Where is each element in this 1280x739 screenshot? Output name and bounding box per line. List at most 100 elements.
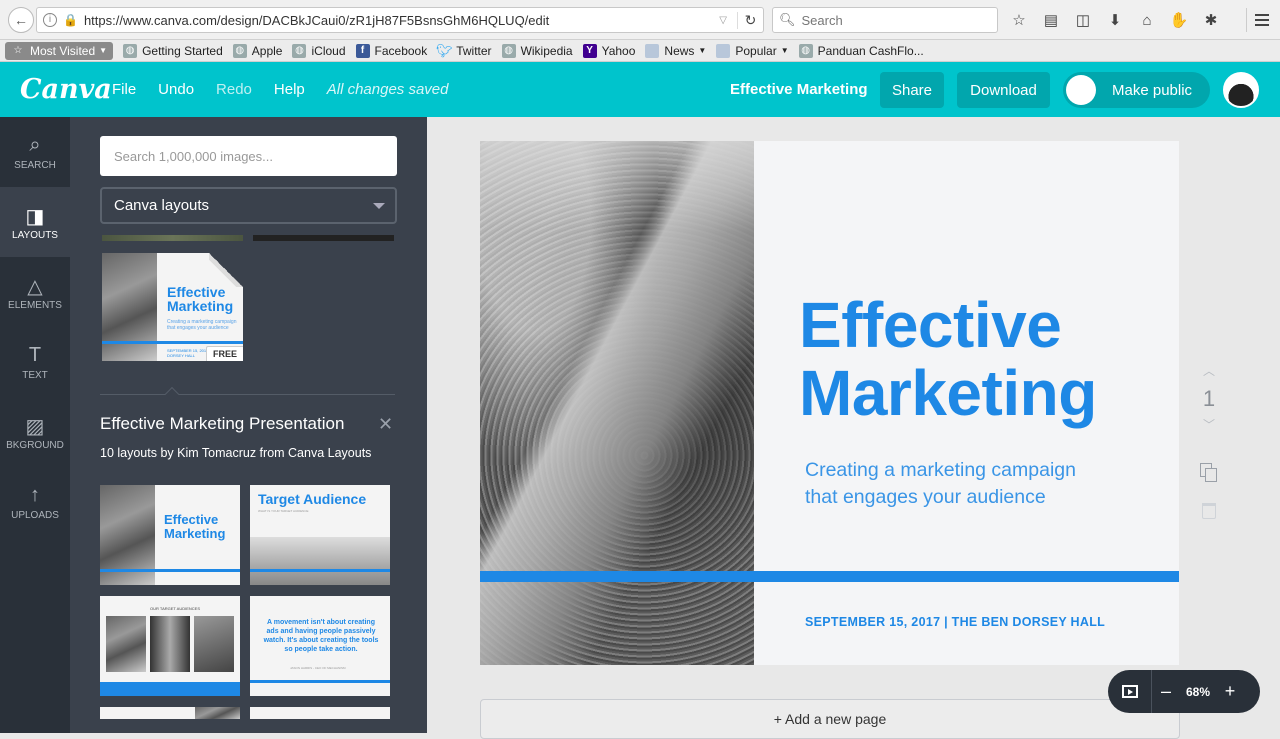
zoom-in-button[interactable]: + [1216, 681, 1244, 702]
slide-photo[interactable] [480, 141, 754, 665]
layout-item[interactable]: Target Audience WHAT IS YOUR TARGET AUDI… [250, 485, 390, 585]
undo-button[interactable]: Undo [158, 81, 194, 98]
bookmark-label: Apple [251, 43, 283, 58]
avatar[interactable] [1223, 72, 1259, 108]
rail-elements-label: ELEMENTS [8, 299, 62, 311]
layout-thumb-partial[interactable] [102, 235, 243, 241]
bookmark-twitter[interactable]: 🐦︎ Twitter [436, 43, 492, 58]
browser-search-input[interactable]: 🔍︎ Search [772, 7, 998, 33]
bookmark-icloud[interactable]: ◍ iCloud [292, 43, 346, 58]
bookmark-most-visited[interactable]: ☆ Most Visited ▼ [5, 41, 114, 60]
layout-thumb-selected[interactable]: Effective Marketing Creating a marketing … [102, 253, 243, 361]
layout-item[interactable] [100, 707, 240, 719]
rail-text[interactable]: T TEXT [0, 327, 70, 397]
layout-set-subtitle: 10 layouts by Kim Tomacruz from Canva La… [100, 446, 372, 460]
chevron-up-icon[interactable]: ︿ [1203, 362, 1215, 382]
rail-uploads[interactable]: ↑ UPLOADS [0, 467, 70, 537]
document-title[interactable]: Effective Marketing [730, 81, 868, 98]
home-icon[interactable]: ⌂ [1134, 8, 1160, 32]
rail-layouts[interactable]: ◨ LAYOUTS [0, 187, 70, 257]
help-menu[interactable]: Help [274, 81, 305, 98]
bookmark-yahoo[interactable]: Y Yahoo [582, 43, 635, 58]
page-number: 1 [1202, 386, 1216, 411]
layout-item[interactable]: OUR TARGET AUDIENCES [100, 596, 240, 696]
bookmark-apple[interactable]: ◍ Apple [232, 43, 283, 58]
bookmark-getting-started[interactable]: ◍ Getting Started [123, 43, 223, 58]
present-icon [1121, 685, 1138, 698]
design-workspace: Effective Marketing Creating a marketing… [427, 117, 1280, 739]
slide-title[interactable]: Effective Marketing [799, 291, 1097, 427]
rail-elements[interactable]: △ ELEMENTS [0, 257, 70, 327]
slide-title-line: Marketing [799, 357, 1097, 429]
rail-background[interactable]: ▨ BKGROUND [0, 397, 70, 467]
url-bar[interactable]: i 🔒 https://www.canva.com/design/DACBkJC… [36, 7, 764, 33]
bookmark-wikipedia[interactable]: ◍ Wikipedia [501, 43, 573, 58]
slide-accent-bar[interactable] [480, 571, 1179, 582]
add-page-button[interactable]: + Add a new page [480, 699, 1180, 739]
lock-icon: 🔒 [63, 13, 78, 27]
layout-item[interactable] [250, 707, 390, 719]
globe-icon: ◍ [292, 43, 307, 58]
globe-icon: ◍ [123, 43, 138, 58]
present-button[interactable] [1108, 670, 1152, 713]
rail-background-label: BKGROUND [6, 439, 64, 451]
slide-footer[interactable]: SEPTEMBER 15, 2017 | THE BEN DORSEY HALL [805, 615, 1105, 629]
toolbar-icons: ☆ ▤ ◫ ⬇ ⌂ ✋ ✱ [1006, 8, 1224, 32]
image-search-input[interactable]: Search 1,000,000 images... [100, 136, 397, 176]
globe-icon: ◍ [501, 43, 516, 58]
redo-button[interactable]: Redo [216, 81, 252, 98]
bookmark-popular[interactable]: Popular ▼ [716, 43, 789, 58]
duplicate-icon[interactable] [1200, 463, 1218, 483]
thumb-photo [195, 707, 240, 719]
canva-logo[interactable]: Canva [20, 74, 112, 105]
chevron-down-icon[interactable]: ﹀ [1203, 416, 1215, 436]
slide-subtitle[interactable]: Creating a marketing campaign that engag… [805, 457, 1145, 511]
rail-text-label: TEXT [22, 369, 48, 381]
photo-mist [480, 141, 754, 231]
rail-layouts-label: LAYOUTS [12, 229, 58, 241]
back-button[interactable]: ← [8, 6, 34, 33]
yahoo-icon: Y [582, 43, 597, 58]
download-button[interactable]: Download [957, 72, 1050, 108]
file-menu[interactable]: File [112, 81, 136, 98]
download-arrow-icon[interactable]: ⬇ [1102, 8, 1128, 32]
url-dropdown-icon[interactable]: ▽ [719, 15, 727, 26]
bookmark-facebook[interactable]: f Facebook [355, 43, 427, 58]
zoom-level[interactable]: 68% [1180, 685, 1216, 699]
slide-page[interactable]: Effective Marketing Creating a marketing… [480, 141, 1179, 665]
share-button[interactable]: Share [880, 72, 944, 108]
layout-source-select[interactable]: Canva layouts [100, 187, 397, 224]
layout-item[interactable]: A movement isn't about creating ads and … [250, 596, 390, 696]
url-text[interactable]: https://www.canva.com/design/DACBkJCaui0… [84, 13, 719, 28]
pattern-icon: ▨ [25, 415, 45, 438]
layout-item-subtitle: JASON HARRIS - CEO OF MECHANISM [290, 666, 346, 670]
bookmark-label: iCloud [311, 43, 346, 58]
addon-icon[interactable]: ✱ [1198, 8, 1224, 32]
menu-icon[interactable] [1246, 8, 1272, 32]
bookmark-label: Twitter [456, 43, 492, 58]
layout-item-title: Target Audience [258, 491, 367, 507]
shapes-icon: △ [27, 275, 43, 298]
pocket-icon[interactable]: ◫ [1070, 8, 1096, 32]
trash-icon[interactable] [1202, 503, 1216, 519]
extension-icon[interactable]: ✋ [1166, 8, 1192, 32]
save-status: All changes saved [326, 81, 449, 98]
thumb-photo [150, 616, 190, 672]
close-icon[interactable]: ✕ [378, 414, 393, 435]
globe-icon: ◍ [798, 43, 813, 58]
bookmark-label: Wikipedia [520, 43, 573, 58]
info-icon[interactable]: i [43, 13, 57, 27]
bookmark-star-icon[interactable]: ☆ [1006, 8, 1032, 32]
layouts-panel: Search 1,000,000 images... Canva layouts… [70, 117, 427, 733]
rail-search[interactable]: ⌕ SEARCH [0, 117, 70, 187]
bookmark-panduan[interactable]: ◍ Panduan CashFlo... [798, 43, 924, 58]
bookmark-news[interactable]: News ▼ [645, 43, 706, 58]
canva-header: Canva File Undo Redo Help All changes sa… [0, 62, 1280, 117]
zoom-out-button[interactable]: – [1152, 681, 1180, 702]
thumb-band [100, 682, 240, 696]
layout-item[interactable]: Effective Marketing [100, 485, 240, 585]
reload-icon[interactable]: ↻ [737, 11, 763, 29]
reading-list-icon[interactable]: ▤ [1038, 8, 1064, 32]
layout-thumb-partial[interactable] [253, 235, 394, 241]
make-public-toggle[interactable]: Make public [1063, 72, 1210, 108]
